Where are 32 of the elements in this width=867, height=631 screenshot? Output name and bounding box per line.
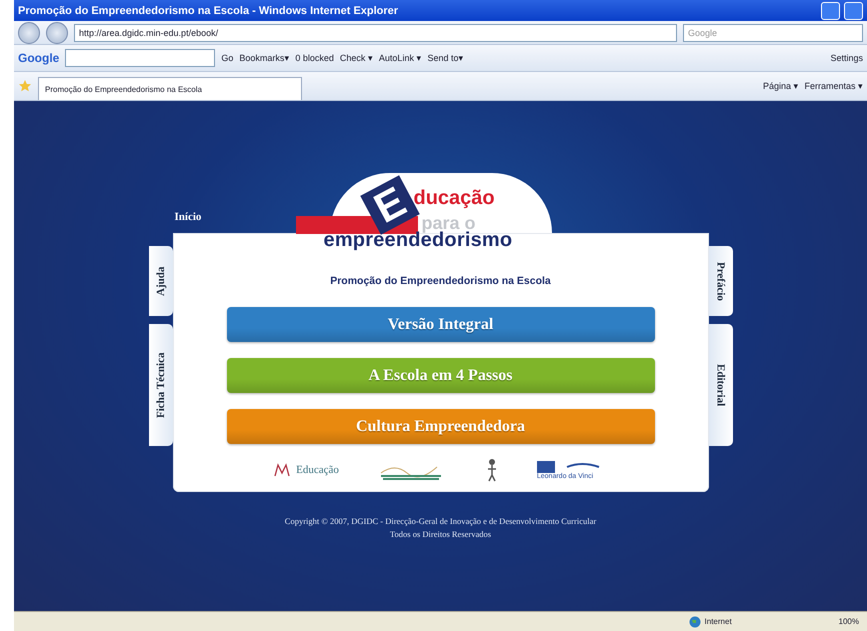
minimize-button[interactable] [821,2,840,20]
google-logo: Google [18,51,60,65]
settings-button[interactable]: Settings [830,53,863,63]
toolbar-button[interactable]: Send to▾ [427,53,464,63]
star-icon[interactable] [18,79,32,93]
toolbar-button[interactable]: Bookmarks▾ [239,53,290,63]
globe-icon [688,616,701,628]
side-tab[interactable]: Ajuda [148,246,172,316]
subtitle: Promoção do Empreendedorismo na Escola [330,275,551,287]
side-tab[interactable]: Ficha Técnica [148,324,172,446]
browser-tab[interactable]: Promoção do Empreendedorismo na Escola [38,77,302,100]
toolbar-button[interactable]: Go [221,53,234,63]
side-tab[interactable]: Editorial [708,324,732,446]
zone-label: Internet [704,617,733,626]
google-search-field[interactable] [65,49,216,67]
side-tab[interactable]: Prefácio [708,246,732,316]
address-field[interactable]: http://area.dgidc.min-edu.pt/ebook/ [74,24,677,42]
copyright-text: Copyright © 2007, DGIDC - Direcção-Geral de Inovação e de Desenvolvimento Curricular [284,516,596,526]
copyright-text: Todos os Direitos Reservados [390,529,492,539]
back-button[interactable] [18,22,40,44]
zoom-level[interactable]: 100% [838,617,859,626]
command-button[interactable]: Ferramentas ▾ [804,81,863,91]
forward-button[interactable] [46,22,68,44]
toolbar-button[interactable]: 0 blocked [295,53,334,63]
command-button[interactable]: Página ▾ [762,81,798,91]
menu-button[interactable]: Versão Integral [226,307,654,342]
toolbar-button[interactable]: Check ▾ [340,53,373,63]
home-link[interactable]: Início [174,211,202,223]
maximize-button[interactable] [844,2,863,20]
toolbar-button[interactable]: AutoLink ▾ [378,53,422,63]
window-title: Promoção do Empreendedorismo na Escola - Windows Internet Explorer [18,4,398,16]
ministry-logo: Educação [274,463,339,477]
